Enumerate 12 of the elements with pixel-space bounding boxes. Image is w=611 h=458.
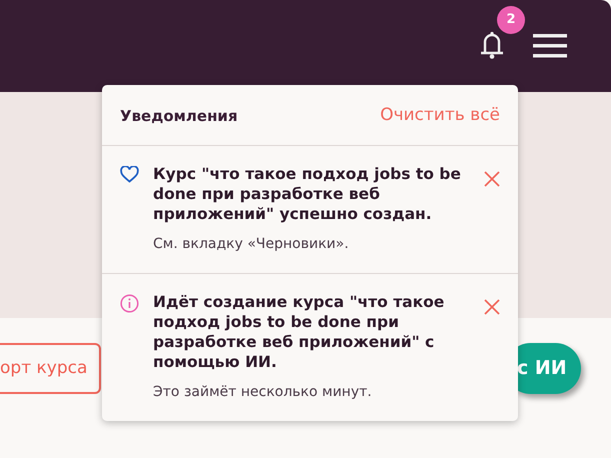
notifications-title: Уведомления — [120, 106, 238, 126]
bell-icon[interactable] — [478, 30, 506, 60]
heart-icon — [120, 166, 139, 182]
notification-count-badge: 2 — [497, 6, 525, 34]
notification-detail: См. вкладку «Черновики». — [153, 234, 350, 254]
import-course-button[interactable]: орт курса — [0, 343, 101, 394]
notification-message: Курс "что такое подход jobs to be done при разработке веб приложений" успешно создан. — [153, 164, 462, 224]
menu-icon[interactable] — [533, 34, 567, 58]
notification-message: Идёт создание курса "что такое подход jobs to be done при разработке веб приложений" с помощью ИИ. — [153, 292, 446, 372]
info-icon — [120, 294, 139, 312]
notification-detail: Это займёт несколько минут. — [153, 382, 373, 402]
clear-all-link[interactable]: Очистить всё — [380, 103, 500, 128]
